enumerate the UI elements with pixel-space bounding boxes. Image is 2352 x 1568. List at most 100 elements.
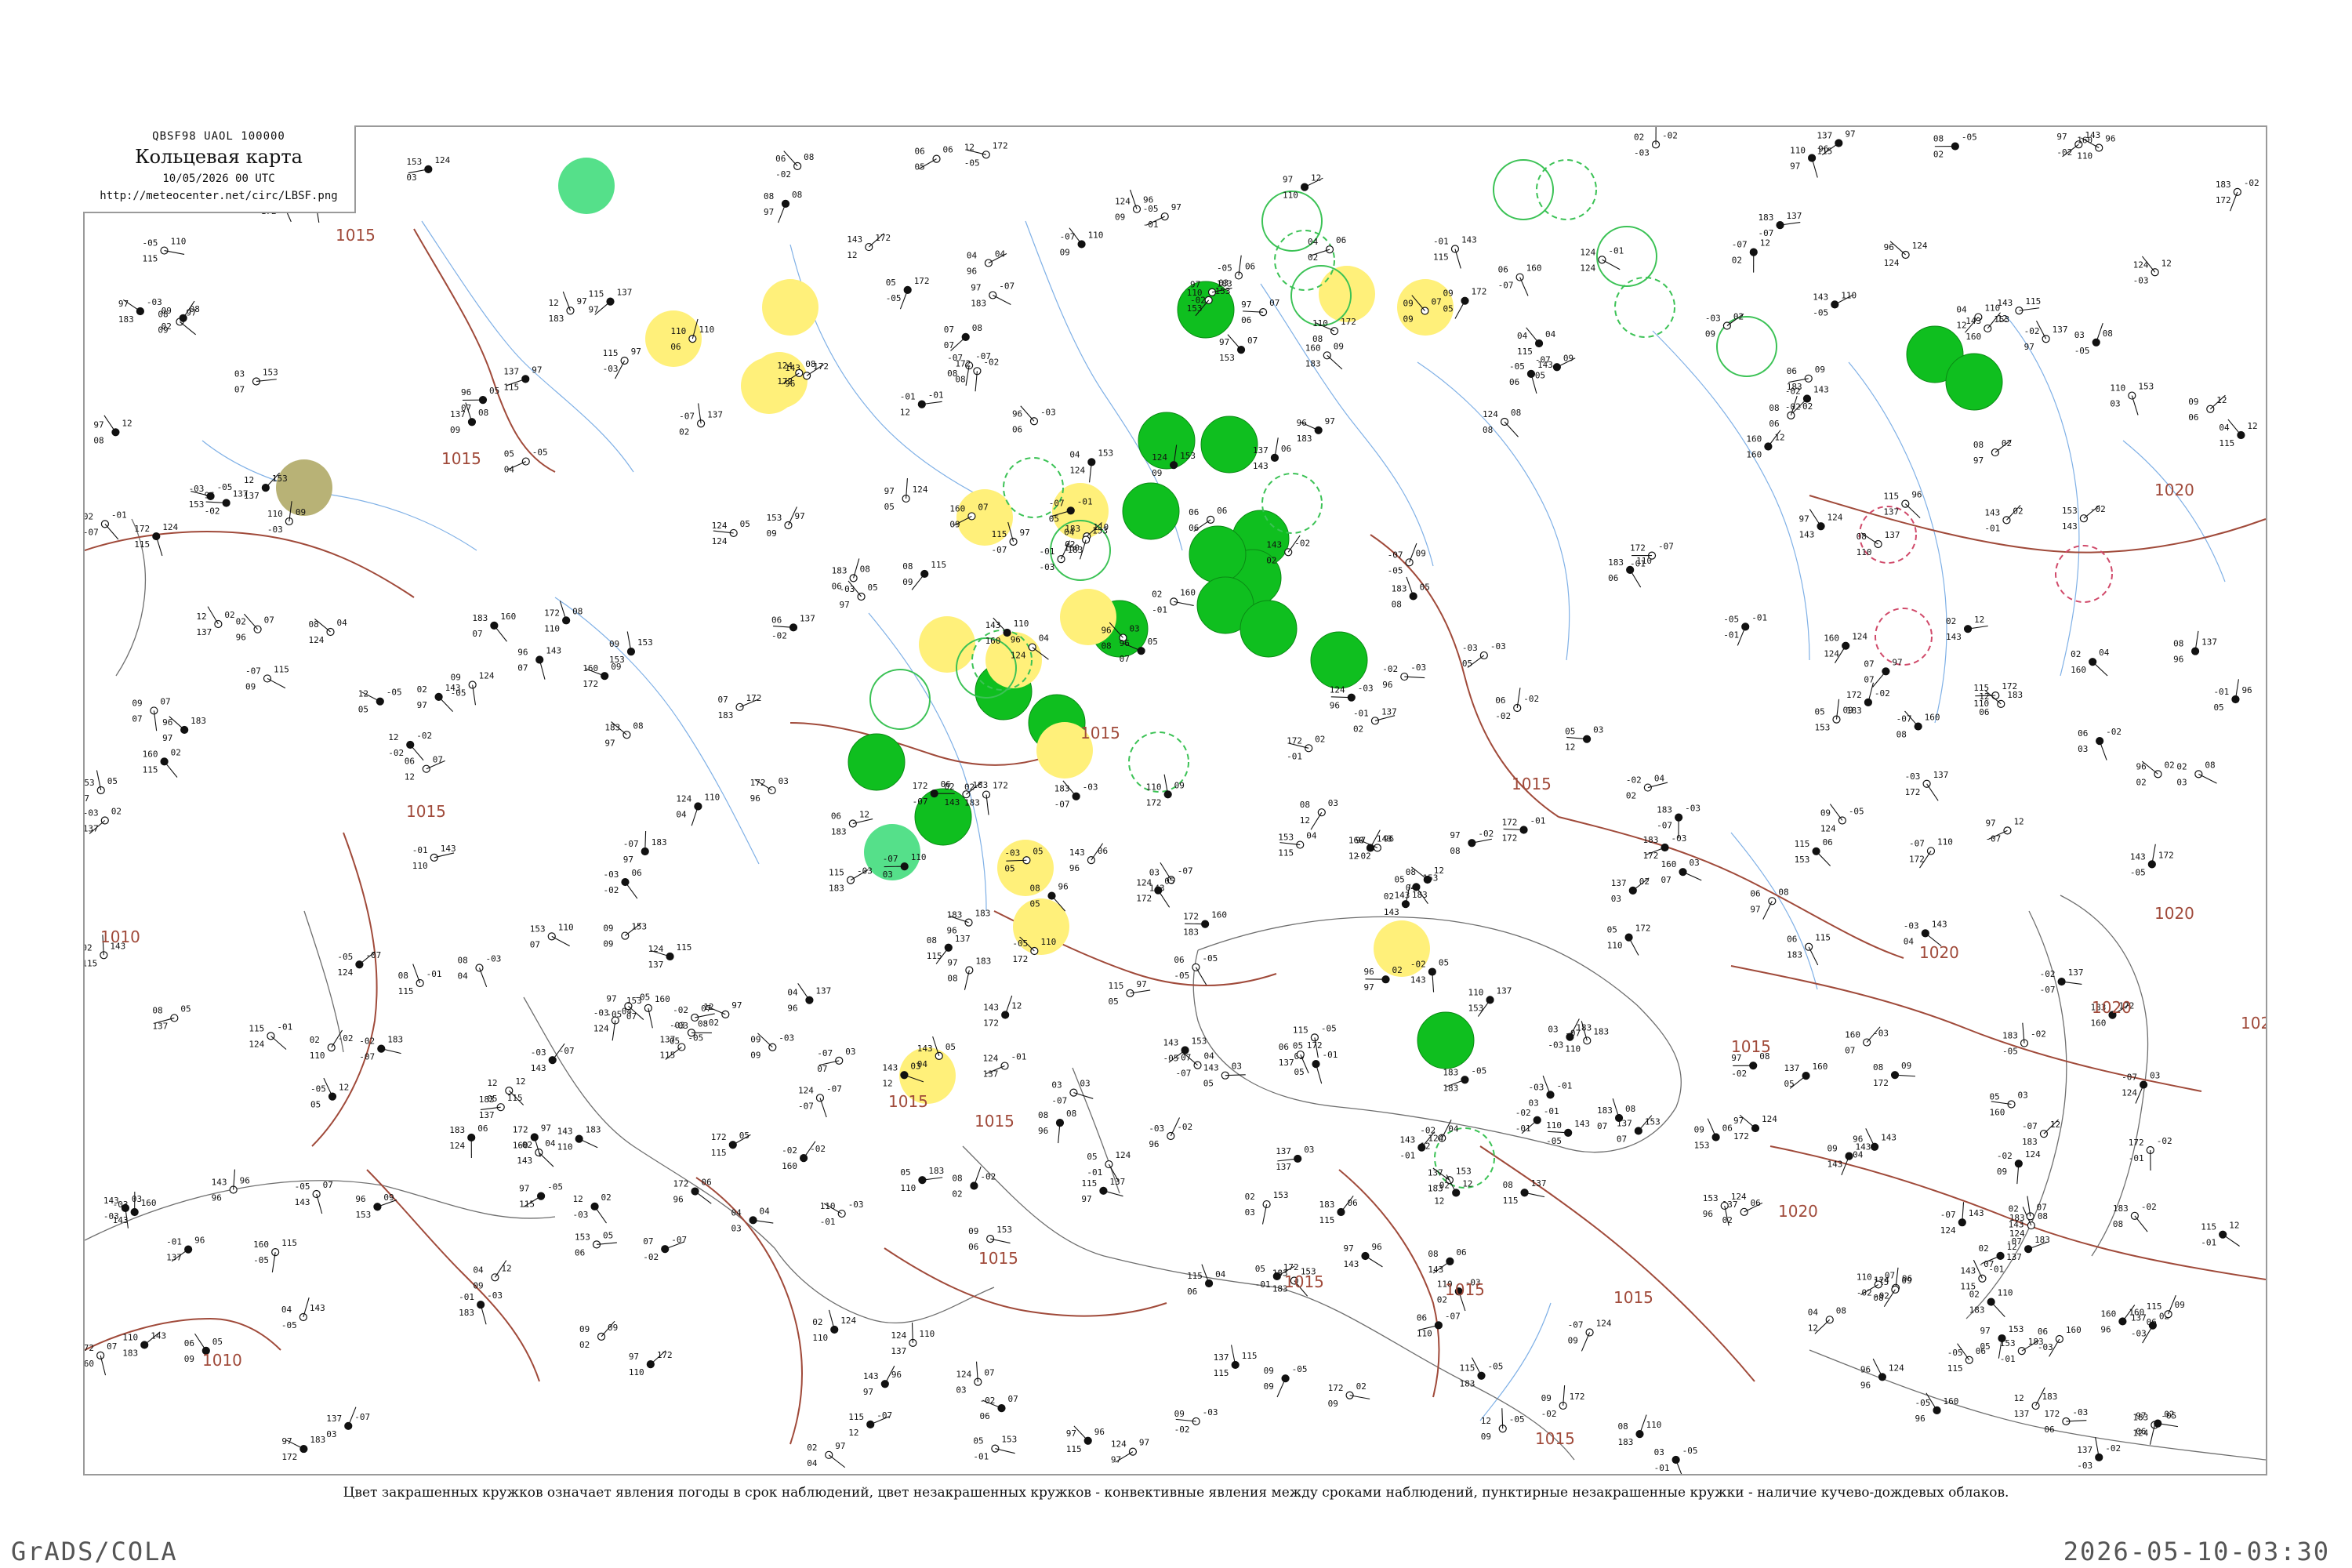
station-value: 124 bbox=[1852, 632, 1867, 642]
station-value: 96 bbox=[1069, 863, 1080, 873]
station-value: 137 bbox=[800, 613, 815, 623]
station-value: 09 bbox=[1997, 1167, 2007, 1177]
station-value: 137 bbox=[244, 491, 260, 501]
map-title-box: QBSF98 UAOL 100000 Кольцевая карта 10/05… bbox=[83, 125, 356, 213]
station-plot: 02 124 110 bbox=[812, 1309, 856, 1343]
station-value: -01 bbox=[2000, 1354, 2016, 1364]
station-value: 143 bbox=[1932, 919, 1947, 929]
station-plot: 06 160 -07 bbox=[1498, 263, 1542, 296]
station-value: -07 bbox=[877, 1410, 892, 1421]
source-url[interactable]: http://meteocenter.net/circ/LBSF.png bbox=[83, 190, 354, 202]
station-plot: 143 03 05 bbox=[1203, 1062, 1246, 1089]
station-value: -02 bbox=[1626, 775, 1642, 786]
station-value: 172 bbox=[1341, 317, 1356, 327]
station-value: -05 bbox=[547, 1182, 563, 1192]
station-value: -01 bbox=[111, 510, 127, 520]
station-value: -02 bbox=[388, 748, 404, 758]
station-value: 12 bbox=[2229, 1221, 2239, 1231]
station-plot: -07 03 124 bbox=[2122, 1071, 2160, 1104]
station-value: 12 bbox=[501, 1263, 511, 1273]
station-value: 97 bbox=[2136, 1411, 2146, 1421]
station-value: -07 bbox=[1896, 714, 1912, 724]
station-value: -01 bbox=[928, 390, 944, 401]
station-value: -05 bbox=[1143, 204, 1159, 214]
station-value: 172 bbox=[993, 781, 1008, 791]
wind-barb bbox=[911, 573, 925, 590]
station-value: 03 bbox=[845, 1047, 855, 1057]
map-area[interactable]: 1720716009061531430312143110-0506160-030… bbox=[83, 125, 2267, 1475]
station-value: 09 bbox=[1334, 341, 1344, 351]
station-value: 07 bbox=[1661, 875, 1671, 885]
station-plot: 97 96 143 bbox=[1343, 1242, 1383, 1269]
wind-barb bbox=[1629, 569, 1642, 588]
station-value: 12 bbox=[882, 1078, 892, 1088]
station-value: -03 bbox=[2077, 1461, 2092, 1471]
station-value: 115 bbox=[143, 764, 158, 775]
station-value: 06 bbox=[941, 779, 951, 789]
station-plot: 08 110 183 bbox=[1617, 1414, 1661, 1447]
station-value: 137 bbox=[648, 960, 664, 970]
station-value: 143 bbox=[1394, 890, 1410, 900]
station-value: 12 bbox=[1300, 815, 1310, 826]
station-value: 06 bbox=[831, 811, 841, 821]
station-value: 06 bbox=[771, 615, 782, 625]
station-value: -02 bbox=[1478, 829, 1494, 839]
station-value: 115 bbox=[1278, 848, 1294, 858]
station-value: 160 bbox=[1526, 263, 1542, 274]
station-plot: 124 07 03 bbox=[956, 1361, 995, 1396]
station-value: 08 bbox=[633, 720, 643, 731]
station-value: 04 bbox=[337, 618, 348, 628]
station-value: 08 bbox=[1483, 425, 1493, 435]
station-value: 97 bbox=[541, 1123, 551, 1134]
station-value: 153 bbox=[1422, 873, 1438, 883]
wind-barb bbox=[1809, 509, 1822, 527]
station-value: 06 bbox=[2038, 1327, 2048, 1337]
station-value: 183 bbox=[604, 722, 620, 732]
station-value: 05 bbox=[1420, 582, 1430, 592]
station-value: 06 bbox=[1012, 424, 1022, 434]
station-value: 115 bbox=[848, 1412, 864, 1422]
station-value: 02 bbox=[224, 610, 234, 620]
rivers-layer bbox=[201, 220, 2226, 1421]
wind-barb bbox=[1315, 1063, 1323, 1084]
station-plot: 137 160 05 bbox=[1784, 1062, 1828, 1089]
station-plot: -05 97 -01 bbox=[1143, 202, 1181, 230]
station-plot: 183 -02 08 bbox=[2113, 1202, 2157, 1232]
station-value: 160 bbox=[1990, 1107, 2005, 1117]
station-plot: 137 02 03 bbox=[1611, 877, 1650, 904]
station-value: 02 bbox=[1732, 256, 1742, 266]
station-value: 96 bbox=[673, 1195, 684, 1205]
station-value: 03 bbox=[2074, 330, 2085, 340]
station-value: -02 bbox=[1515, 1108, 1531, 1118]
station-value: 06 bbox=[1509, 377, 1519, 387]
station-value: 09 bbox=[1828, 1144, 1838, 1154]
station-value: 96 bbox=[162, 717, 172, 728]
station-value: 153 bbox=[263, 367, 278, 377]
station-value: 153 bbox=[1192, 1036, 1207, 1047]
station-value: 09 bbox=[579, 1324, 590, 1334]
station-value: -02 bbox=[2141, 1202, 2157, 1212]
convective-open-circle bbox=[1536, 159, 1597, 220]
station-plot: 08 05 137 bbox=[152, 1004, 191, 1031]
station-value: 153 bbox=[766, 513, 782, 523]
station-value: 09 bbox=[1705, 329, 1715, 339]
station-value: 08 bbox=[93, 435, 103, 445]
station-dot bbox=[989, 291, 997, 299]
station-value: -05 bbox=[1292, 1364, 1308, 1374]
wind-barb bbox=[1406, 576, 1414, 597]
station-plot: 115 09 06 bbox=[2147, 1294, 2185, 1327]
station-value: 05 bbox=[1033, 846, 1043, 856]
station-plot: -03 -01 03 bbox=[1528, 1075, 1572, 1108]
wind-barb bbox=[2227, 419, 2241, 436]
station-value: 03 bbox=[1149, 867, 1160, 877]
station-plot: 124 08 08 bbox=[1483, 408, 1521, 437]
station-value: -02 bbox=[980, 1172, 996, 1182]
station-plot: 07 -07 -02 bbox=[643, 1235, 687, 1262]
station-value: 172 bbox=[657, 1350, 673, 1360]
station-value: 04 bbox=[281, 1305, 292, 1315]
station-value: 96 bbox=[240, 1175, 250, 1185]
rain-filled-circle bbox=[848, 733, 906, 791]
station-value: -02 bbox=[603, 885, 619, 895]
station-value: 97 bbox=[1985, 818, 1995, 828]
station-plot: 124 05 172 bbox=[1136, 877, 1175, 908]
